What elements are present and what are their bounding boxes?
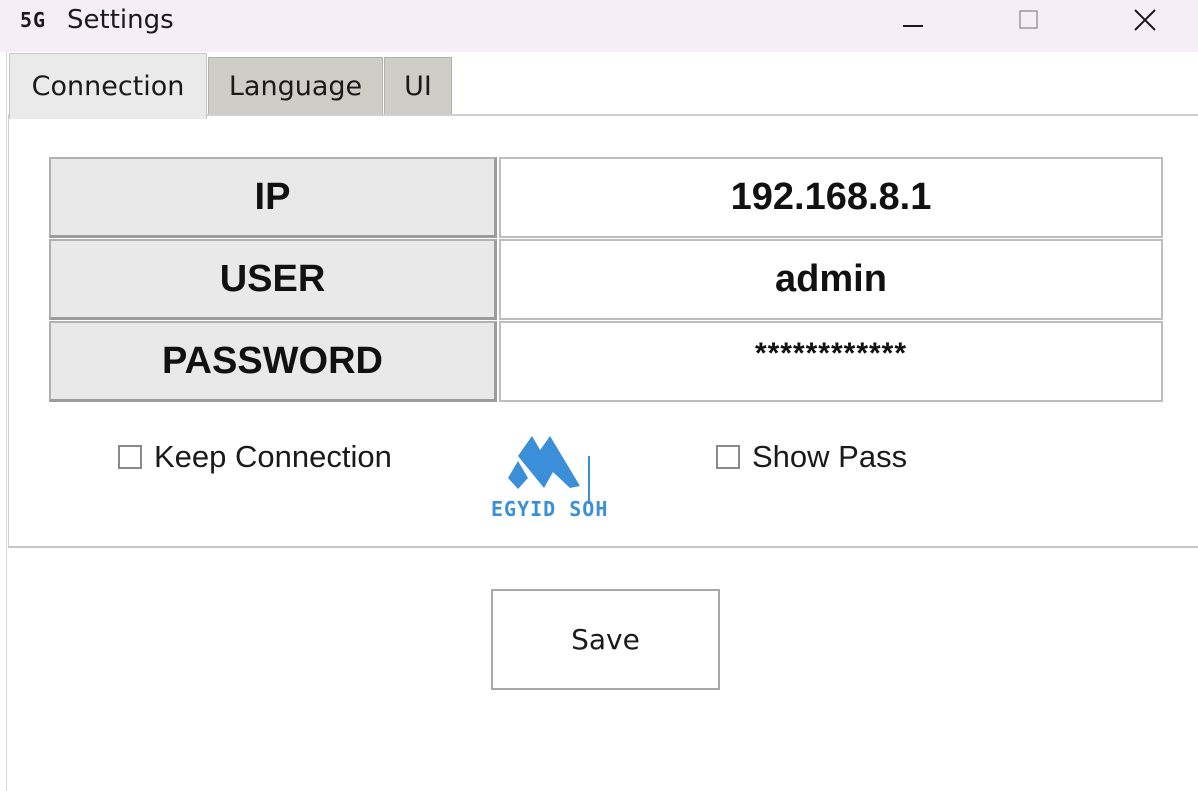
keep-connection-checkbox[interactable]: Keep Connection	[118, 439, 392, 475]
minimize-icon	[903, 25, 923, 27]
minimize-button[interactable]	[878, 0, 948, 40]
show-pass-label: Show Pass	[752, 439, 908, 474]
close-button[interactable]	[1110, 0, 1180, 40]
tab-language[interactable]: Language	[208, 57, 383, 115]
keep-connection-label: Keep Connection	[154, 439, 392, 474]
window-left-edge	[0, 52, 7, 791]
ip-input[interactable]: 192.168.8.1	[499, 157, 1163, 238]
logo-text: EGYID SOHO	[491, 497, 608, 521]
close-icon	[1134, 9, 1156, 31]
password-input[interactable]: ************	[499, 321, 1163, 402]
show-pass-box[interactable]	[716, 445, 740, 469]
ip-label: IP	[49, 157, 497, 238]
password-label: PASSWORD	[49, 321, 497, 402]
user-input[interactable]: admin	[499, 239, 1163, 320]
tab-ui[interactable]: UI	[384, 57, 452, 115]
maximize-button[interactable]	[994, 0, 1064, 40]
tab-connection[interactable]: Connection	[9, 53, 207, 119]
title-bar: 5G Settings	[0, 0, 1198, 52]
window-title: Settings	[67, 5, 174, 35]
save-button[interactable]: Save	[491, 589, 720, 690]
maximize-icon	[1019, 10, 1038, 29]
app-icon: 5G	[20, 8, 47, 32]
keep-connection-box[interactable]	[118, 445, 142, 469]
settings-window: 5G Settings Connection Language UI IP 19…	[0, 0, 1198, 791]
user-label: USER	[49, 239, 497, 320]
show-pass-checkbox[interactable]: Show Pass	[716, 439, 907, 475]
egyid-soho-logo: EGYID SOHO	[491, 436, 608, 521]
